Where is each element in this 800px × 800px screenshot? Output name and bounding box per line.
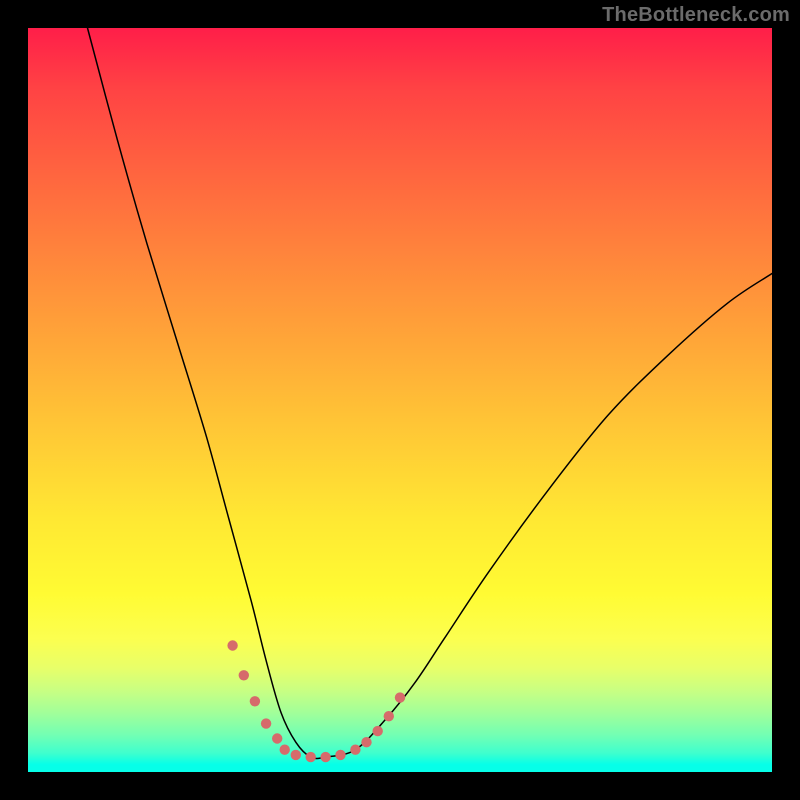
highlight-dot bbox=[384, 711, 394, 721]
bottleneck-chart-svg bbox=[28, 28, 772, 772]
chart-area bbox=[28, 28, 772, 772]
highlight-dot bbox=[350, 745, 360, 755]
attribution-text: TheBottleneck.com bbox=[602, 4, 790, 27]
highlight-dot bbox=[280, 745, 290, 755]
highlight-dot bbox=[395, 692, 405, 702]
highlight-dot bbox=[272, 733, 282, 743]
highlight-dot bbox=[373, 726, 383, 736]
highlight-dot bbox=[335, 750, 345, 760]
highlight-dot bbox=[261, 718, 271, 728]
highlight-dot bbox=[227, 640, 237, 650]
highlight-dot bbox=[306, 752, 316, 762]
highlight-dot bbox=[361, 737, 371, 747]
highlight-dot bbox=[320, 752, 330, 762]
bottleneck-curve bbox=[88, 28, 773, 759]
highlight-dot bbox=[239, 670, 249, 680]
highlight-dots bbox=[227, 640, 405, 762]
highlight-dot bbox=[250, 696, 260, 706]
highlight-dot bbox=[291, 750, 301, 760]
